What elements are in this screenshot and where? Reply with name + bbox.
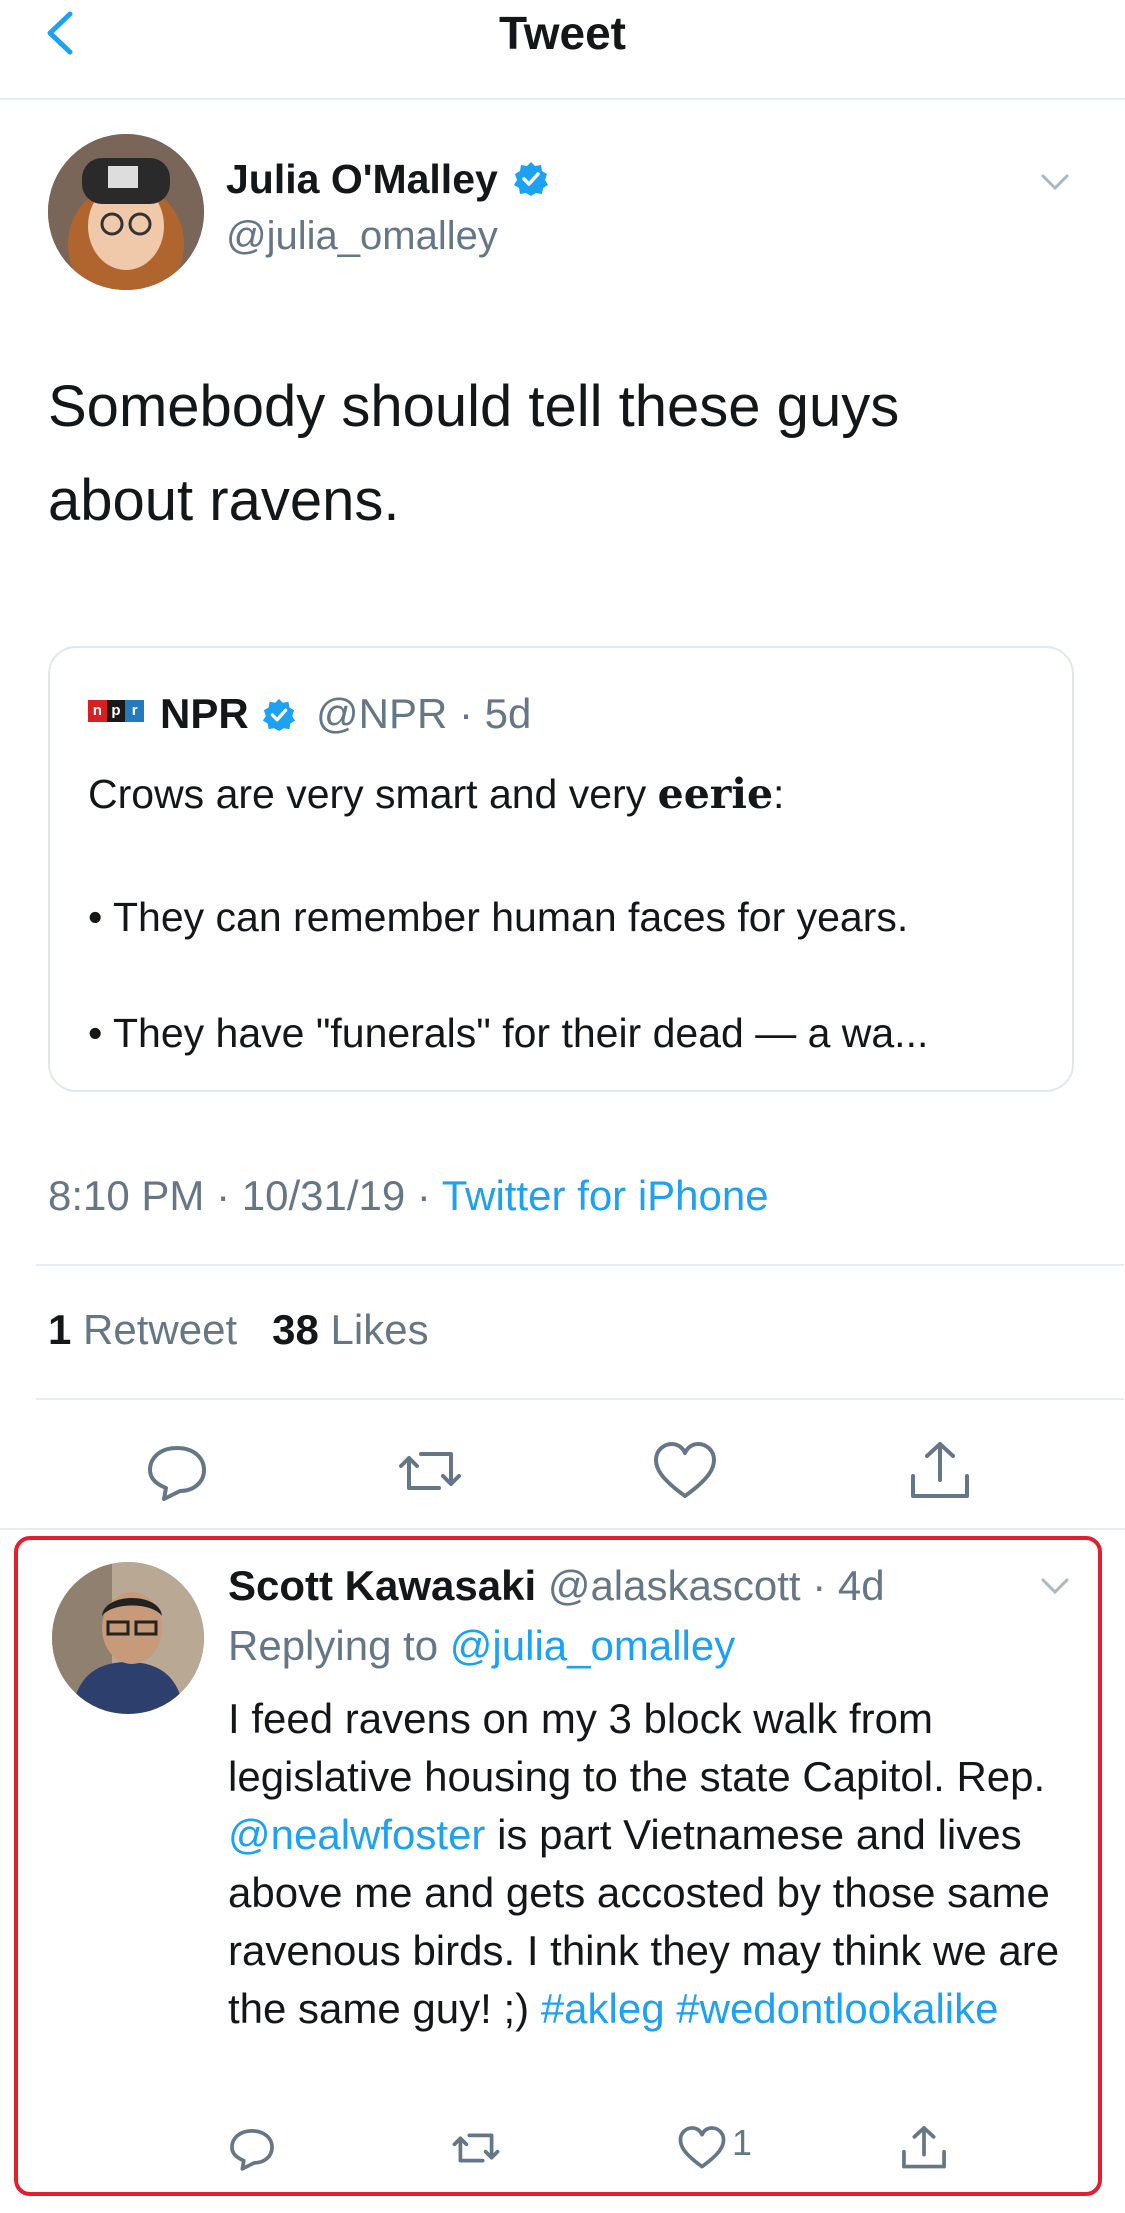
quoted-text-line: • They have "funerals" for their dead — … (88, 1010, 929, 1056)
reply-author-name: Scott Kawasaki (228, 1562, 537, 1609)
npr-logo-letter: p (106, 700, 126, 722)
avatar[interactable] (48, 134, 204, 290)
like-count-value: 38 (272, 1306, 319, 1353)
chevron-down-icon[interactable] (1040, 172, 1070, 192)
divider (36, 1264, 1124, 1266)
tweet-timestamp: 8:10 PM · 10/31/19 · Twitter for iPhone (48, 1172, 769, 1220)
share-icon[interactable] (905, 1436, 975, 1506)
retweet-count-value: 1 (48, 1306, 72, 1353)
author-handle[interactable]: @julia_omalley (226, 214, 498, 259)
hashtag-link[interactable]: #akleg (541, 1985, 665, 2032)
source-link[interactable]: Twitter for iPhone (442, 1172, 769, 1219)
timestamp-text: 8:10 PM · 10/31/19 · (48, 1172, 442, 1219)
page-title: Tweet (499, 7, 626, 59)
quoted-text-blackletter: eerie (657, 770, 774, 818)
quoted-text: : (773, 771, 785, 817)
retweet-icon[interactable] (395, 1436, 465, 1506)
npr-logo: n p r (88, 700, 145, 722)
replying-to-prefix: Replying to (228, 1622, 450, 1669)
like-count-label: Likes (330, 1306, 429, 1353)
like-icon[interactable] (676, 2122, 728, 2174)
reply-text-part: I feed ravens on my 3 block walk from le… (228, 1695, 1046, 1800)
tweet-text: Somebody should tell these guys about ra… (48, 374, 900, 533)
share-icon[interactable] (898, 2122, 950, 2174)
retweet-icon[interactable] (450, 2122, 502, 2174)
reply-author[interactable]: Scott Kawasaki @alaskascott · 4d (228, 1562, 885, 1610)
reply-text: I feed ravens on my 3 block walk from le… (228, 1690, 1078, 2038)
replying-to: Replying to @julia_omalley (228, 1622, 735, 1670)
author-name-text: Julia O'Malley (226, 156, 498, 202)
quoted-text-line: Crows are very smart and very eerie: (88, 770, 784, 818)
npr-logo-letter: r (125, 700, 145, 722)
divider (36, 1398, 1124, 1400)
verified-badge-icon (263, 698, 296, 732)
mention-link[interactable]: @nealwfoster (228, 1811, 485, 1858)
engagement-counts: 1 Retweet 38 Likes (48, 1306, 429, 1354)
quoted-text-line: • They can remember human faces for year… (88, 894, 909, 940)
reply-icon[interactable] (226, 2122, 278, 2174)
author-name[interactable]: Julia O'Malley (226, 156, 549, 203)
reply-icon[interactable] (142, 1436, 212, 1506)
replying-to-link[interactable]: @julia_omalley (450, 1622, 735, 1669)
verified-badge-icon (514, 162, 549, 196)
quoted-author-name-text: NPR (160, 690, 249, 737)
like-count[interactable]: 38 Likes (272, 1306, 428, 1353)
chevron-down-icon[interactable] (1040, 1576, 1070, 1596)
retweet-count[interactable]: 1 Retweet (48, 1306, 237, 1353)
quoted-author-handle: @NPR · 5d (316, 690, 532, 737)
divider (0, 1528, 1125, 1530)
reply-like-count: 1 (732, 2122, 753, 2163)
hashtag-link[interactable]: #wedontlookalike (676, 1985, 998, 2032)
quoted-text: Crows are very smart and very (88, 771, 658, 817)
npr-logo-letter: n (88, 700, 107, 722)
reply-author-handle: @alaskascott · 4d (547, 1562, 885, 1609)
avatar[interactable] (52, 1562, 204, 1714)
quoted-author-name: NPR (160, 690, 296, 738)
retweet-count-label: Retweet (83, 1306, 238, 1353)
like-icon[interactable] (650, 1436, 720, 1506)
